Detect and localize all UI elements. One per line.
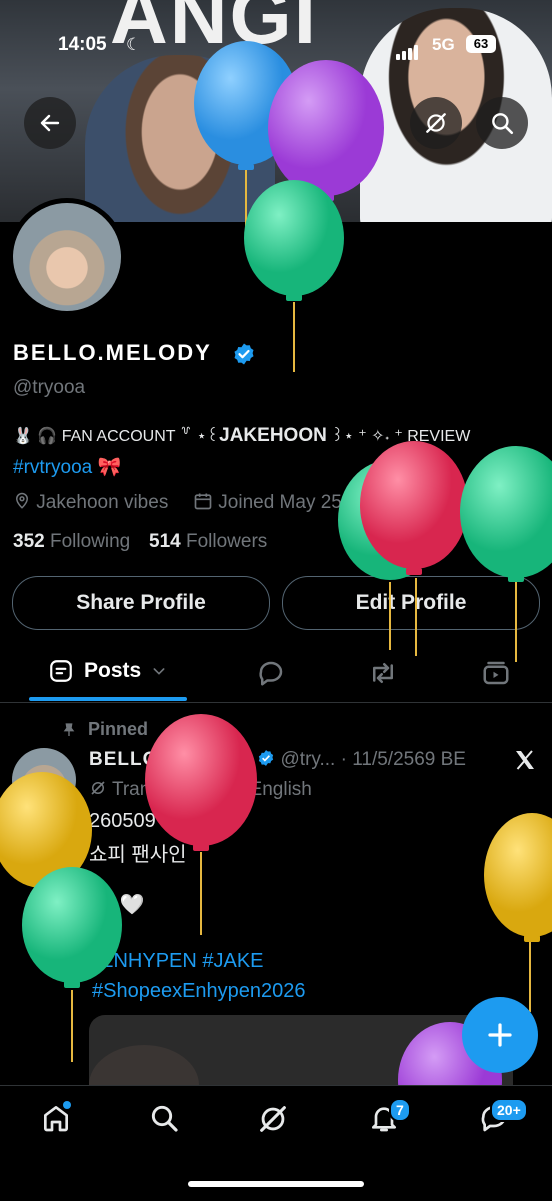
balloon-green-right	[460, 446, 552, 662]
grok-icon[interactable]	[256, 1102, 290, 1136]
balloon-red-post	[145, 714, 257, 935]
search-icon[interactable]	[148, 1102, 180, 1134]
plus-icon	[488, 1023, 512, 1047]
home-unread-dot	[63, 1101, 71, 1109]
balloon-red-mid	[360, 441, 468, 656]
balloon-green-bottom-left	[22, 867, 122, 1062]
notifications-badge: 7	[389, 1098, 411, 1122]
home-indicator	[188, 1181, 364, 1187]
balloon-green-top	[244, 180, 344, 372]
messages-badge: 20+	[490, 1098, 528, 1122]
balloon-yellow-right	[484, 813, 552, 1012]
balloon-animation-overlay	[0, 41, 552, 1085]
compose-post-button[interactable]	[462, 997, 538, 1073]
bottom-navigation: 7 20+	[0, 1085, 552, 1201]
